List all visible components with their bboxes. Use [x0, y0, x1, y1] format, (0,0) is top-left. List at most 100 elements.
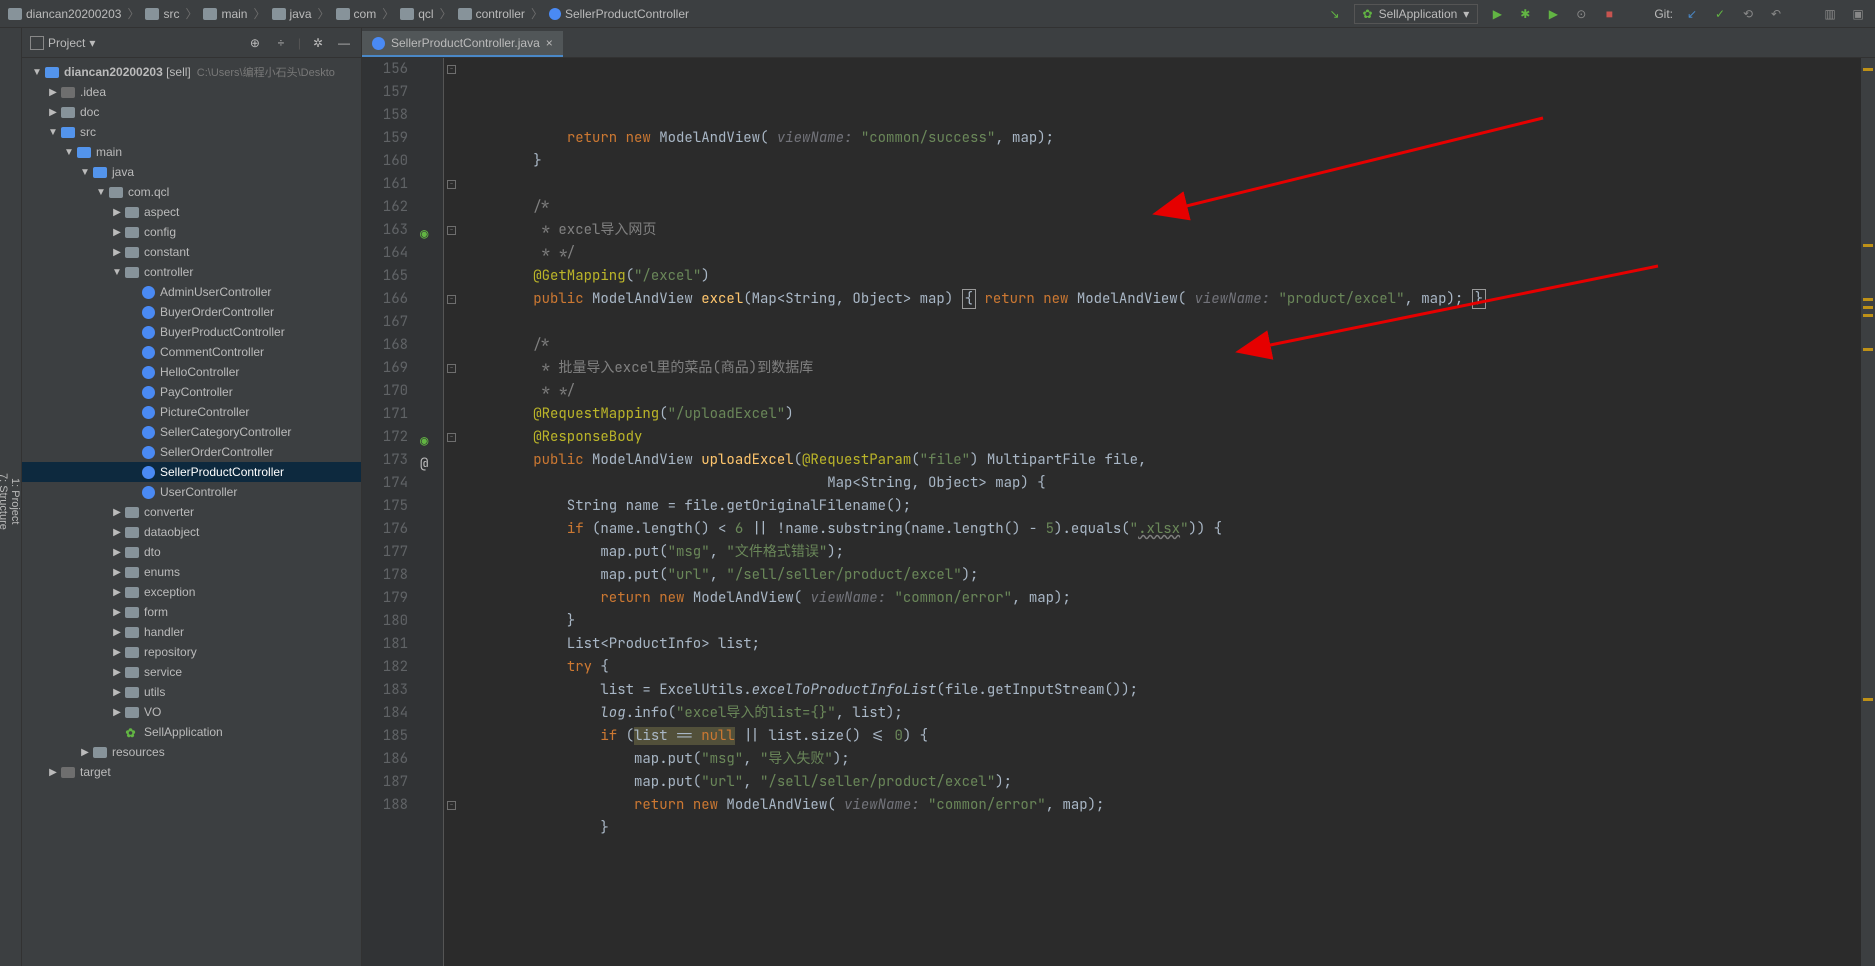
fold-toggle[interactable]: -	[447, 295, 456, 304]
tree-arrow-icon[interactable]: ▶	[78, 747, 92, 758]
tree-node[interactable]: ▶enums	[22, 562, 361, 582]
tree-node[interactable]: ▶resources	[22, 742, 361, 762]
tree-arrow-icon[interactable]: ▶	[110, 627, 124, 638]
breadcrumb-item[interactable]: main〉	[203, 5, 267, 22]
breadcrumb-item[interactable]: diancan20200203〉	[8, 5, 141, 22]
tree-node[interactable]: ▶service	[22, 662, 361, 682]
coverage-icon[interactable]: ▶	[1544, 5, 1562, 23]
settings-icon[interactable]: ▣	[1849, 5, 1867, 23]
fold-toggle[interactable]: -	[447, 180, 456, 189]
tree-node[interactable]: ▼controller	[22, 262, 361, 282]
tree-node[interactable]: ▶repository	[22, 642, 361, 662]
search-icon[interactable]: ▥	[1821, 5, 1839, 23]
breadcrumb-item[interactable]: src〉	[145, 5, 199, 22]
fold-toggle[interactable]: -	[447, 226, 456, 235]
tree-node[interactable]: ▶converter	[22, 502, 361, 522]
tree-node[interactable]: ▶handler	[22, 622, 361, 642]
run-icon[interactable]: ▶	[1488, 5, 1506, 23]
git-commit-icon[interactable]: ✓	[1711, 5, 1729, 23]
tree-node[interactable]: ▶constant	[22, 242, 361, 262]
tree-arrow-icon[interactable]: ▼	[62, 147, 76, 158]
tool-window-tab[interactable]: 7: Structure	[0, 473, 9, 530]
project-tree[interactable]: ▼diancan20200203 [sell] C:\Users\编程小石头\D…	[22, 58, 361, 966]
build-icon[interactable]: ↘	[1326, 5, 1344, 23]
git-revert-icon[interactable]: ↶	[1767, 5, 1785, 23]
tree-arrow-icon[interactable]: ▼	[110, 267, 124, 278]
warning-mark[interactable]	[1863, 298, 1873, 301]
tree-arrow-icon[interactable]: ▶	[110, 227, 124, 238]
warning-mark[interactable]	[1863, 244, 1873, 247]
fold-toggle[interactable]: -	[447, 65, 456, 74]
breadcrumb-item[interactable]: java〉	[272, 5, 332, 22]
hide-icon[interactable]: —	[335, 34, 353, 52]
tree-node[interactable]: UserController	[22, 482, 361, 502]
tree-arrow-icon[interactable]: ▶	[110, 567, 124, 578]
warning-mark[interactable]	[1863, 306, 1873, 309]
profile-icon[interactable]: ⊙	[1572, 5, 1590, 23]
tree-node[interactable]: ▶form	[22, 602, 361, 622]
tree-node[interactable]: ▼com.qcl	[22, 182, 361, 202]
tree-node[interactable]: PictureController	[22, 402, 361, 422]
debug-icon[interactable]: ✱	[1516, 5, 1534, 23]
tree-node[interactable]: ▶dto	[22, 542, 361, 562]
breadcrumb-item[interactable]: SellerProductController	[549, 7, 689, 21]
tree-arrow-icon[interactable]: ▶	[110, 707, 124, 718]
collapse-icon[interactable]: ÷	[272, 34, 290, 52]
tree-arrow-icon[interactable]: ▶	[110, 527, 124, 538]
tree-arrow-icon[interactable]: ▶	[110, 247, 124, 258]
tree-arrow-icon[interactable]: ▶	[110, 667, 124, 678]
tree-arrow-icon[interactable]: ▶	[110, 207, 124, 218]
url-mapping-icon[interactable]: ◉ @	[420, 430, 443, 476]
tree-arrow-icon[interactable]: ▶	[110, 507, 124, 518]
warning-mark[interactable]	[1863, 698, 1873, 701]
code-editor[interactable]: 1561571581591601611621631641651661671681…	[362, 58, 1875, 966]
warning-mark[interactable]	[1863, 314, 1873, 317]
error-stripe[interactable]	[1861, 58, 1875, 966]
breadcrumb-item[interactable]: qcl〉	[400, 5, 453, 22]
tree-node[interactable]: ▼diancan20200203 [sell] C:\Users\编程小石头\D…	[22, 62, 361, 82]
breadcrumb-item[interactable]: com〉	[336, 5, 397, 22]
tree-node[interactable]: ▶exception	[22, 582, 361, 602]
fold-toggle[interactable]: -	[447, 433, 456, 442]
locate-icon[interactable]: ⊕	[246, 34, 264, 52]
tree-arrow-icon[interactable]: ▼	[78, 167, 92, 178]
tree-node[interactable]: ▶config	[22, 222, 361, 242]
tree-node[interactable]: ▼src	[22, 122, 361, 142]
tree-arrow-icon[interactable]: ▶	[110, 647, 124, 658]
tree-arrow-icon[interactable]: ▶	[110, 587, 124, 598]
tree-arrow-icon[interactable]: ▶	[110, 687, 124, 698]
tool-window-tab[interactable]: 1: Project	[9, 478, 21, 524]
tree-node[interactable]: SellerOrderController	[22, 442, 361, 462]
tree-node[interactable]: ▶.idea	[22, 82, 361, 102]
tree-arrow-icon[interactable]: ▼	[94, 187, 108, 198]
tree-node[interactable]: ▶target	[22, 762, 361, 782]
tree-node[interactable]: PayController	[22, 382, 361, 402]
tree-node[interactable]: ▶aspect	[22, 202, 361, 222]
tree-node[interactable]: ▶doc	[22, 102, 361, 122]
tree-arrow-icon[interactable]: ▼	[46, 127, 60, 138]
fold-column[interactable]: -------	[444, 58, 458, 966]
git-history-icon[interactable]: ⟲	[1739, 5, 1757, 23]
tree-arrow-icon[interactable]: ▶	[46, 87, 60, 98]
tree-node[interactable]: AdminUserController	[22, 282, 361, 302]
fold-toggle[interactable]: -	[447, 801, 456, 810]
tree-node[interactable]: CommentController	[22, 342, 361, 362]
tree-arrow-icon[interactable]: ▶	[110, 607, 124, 618]
tree-node[interactable]: ▶utils	[22, 682, 361, 702]
tree-arrow-icon[interactable]: ▼	[30, 67, 44, 78]
tree-node[interactable]: ▼java	[22, 162, 361, 182]
tree-node[interactable]: SellerCategoryController	[22, 422, 361, 442]
gear-icon[interactable]: ✲	[309, 34, 327, 52]
tree-arrow-icon[interactable]: ▶	[110, 547, 124, 558]
breadcrumb-item[interactable]: controller〉	[458, 5, 545, 22]
run-configuration-dropdown[interactable]: ✿ SellApplication ▾	[1354, 4, 1479, 24]
close-tab-icon[interactable]: ×	[546, 36, 553, 50]
tree-node[interactable]: ▶VO	[22, 702, 361, 722]
warning-mark[interactable]	[1863, 68, 1873, 71]
tree-node[interactable]: BuyerOrderController	[22, 302, 361, 322]
tree-node[interactable]: HelloController	[22, 362, 361, 382]
project-view-dropdown[interactable]: Project ▾	[30, 36, 238, 50]
tree-arrow-icon[interactable]: ▶	[46, 767, 60, 778]
stop-icon[interactable]: ■	[1600, 5, 1618, 23]
tree-node[interactable]: SellerProductController	[22, 462, 361, 482]
